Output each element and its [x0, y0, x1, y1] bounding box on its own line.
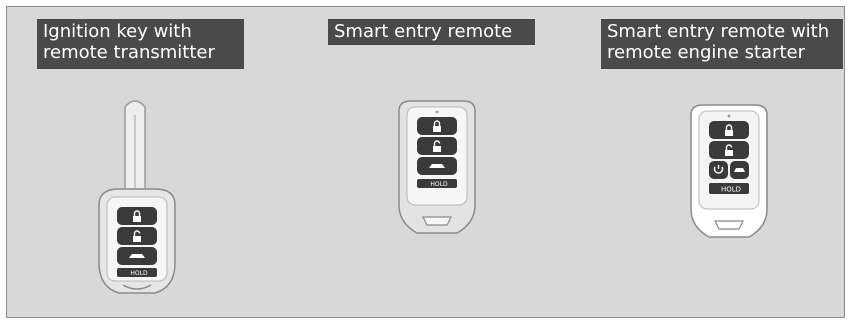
lock-button — [417, 117, 457, 135]
unlock-button — [709, 141, 749, 159]
hold-badge: HOLD — [117, 268, 157, 277]
unlock-button — [417, 137, 457, 155]
label-smart-entry-starter: Smart entry remote with remote engine st… — [601, 19, 843, 69]
hold-badge: HOLD — [417, 179, 457, 188]
label-ignition-key: Ignition key with remote transmitter — [37, 19, 244, 69]
hold-text: HOLD — [721, 186, 741, 194]
smart-entry-illustration: HOLD — [398, 100, 476, 234]
unlock-button — [117, 227, 157, 245]
figure-panel: Ignition key with remote transmitter Sma… — [6, 6, 845, 318]
smart-entry-starter-illustration: HOLD — [690, 104, 768, 238]
ignition-key-illustration: HOLD — [98, 100, 176, 294]
trunk-button — [730, 161, 749, 179]
lock-button — [117, 207, 157, 225]
hold-text: HOLD — [430, 181, 448, 188]
trunk-button — [117, 247, 157, 265]
hold-badge: HOLD — [709, 183, 749, 194]
label-smart-entry: Smart entry remote — [328, 19, 535, 45]
hold-text: HOLD — [130, 270, 148, 277]
lock-button — [709, 121, 749, 139]
trunk-button — [417, 157, 457, 175]
engine-start-button — [709, 161, 728, 179]
